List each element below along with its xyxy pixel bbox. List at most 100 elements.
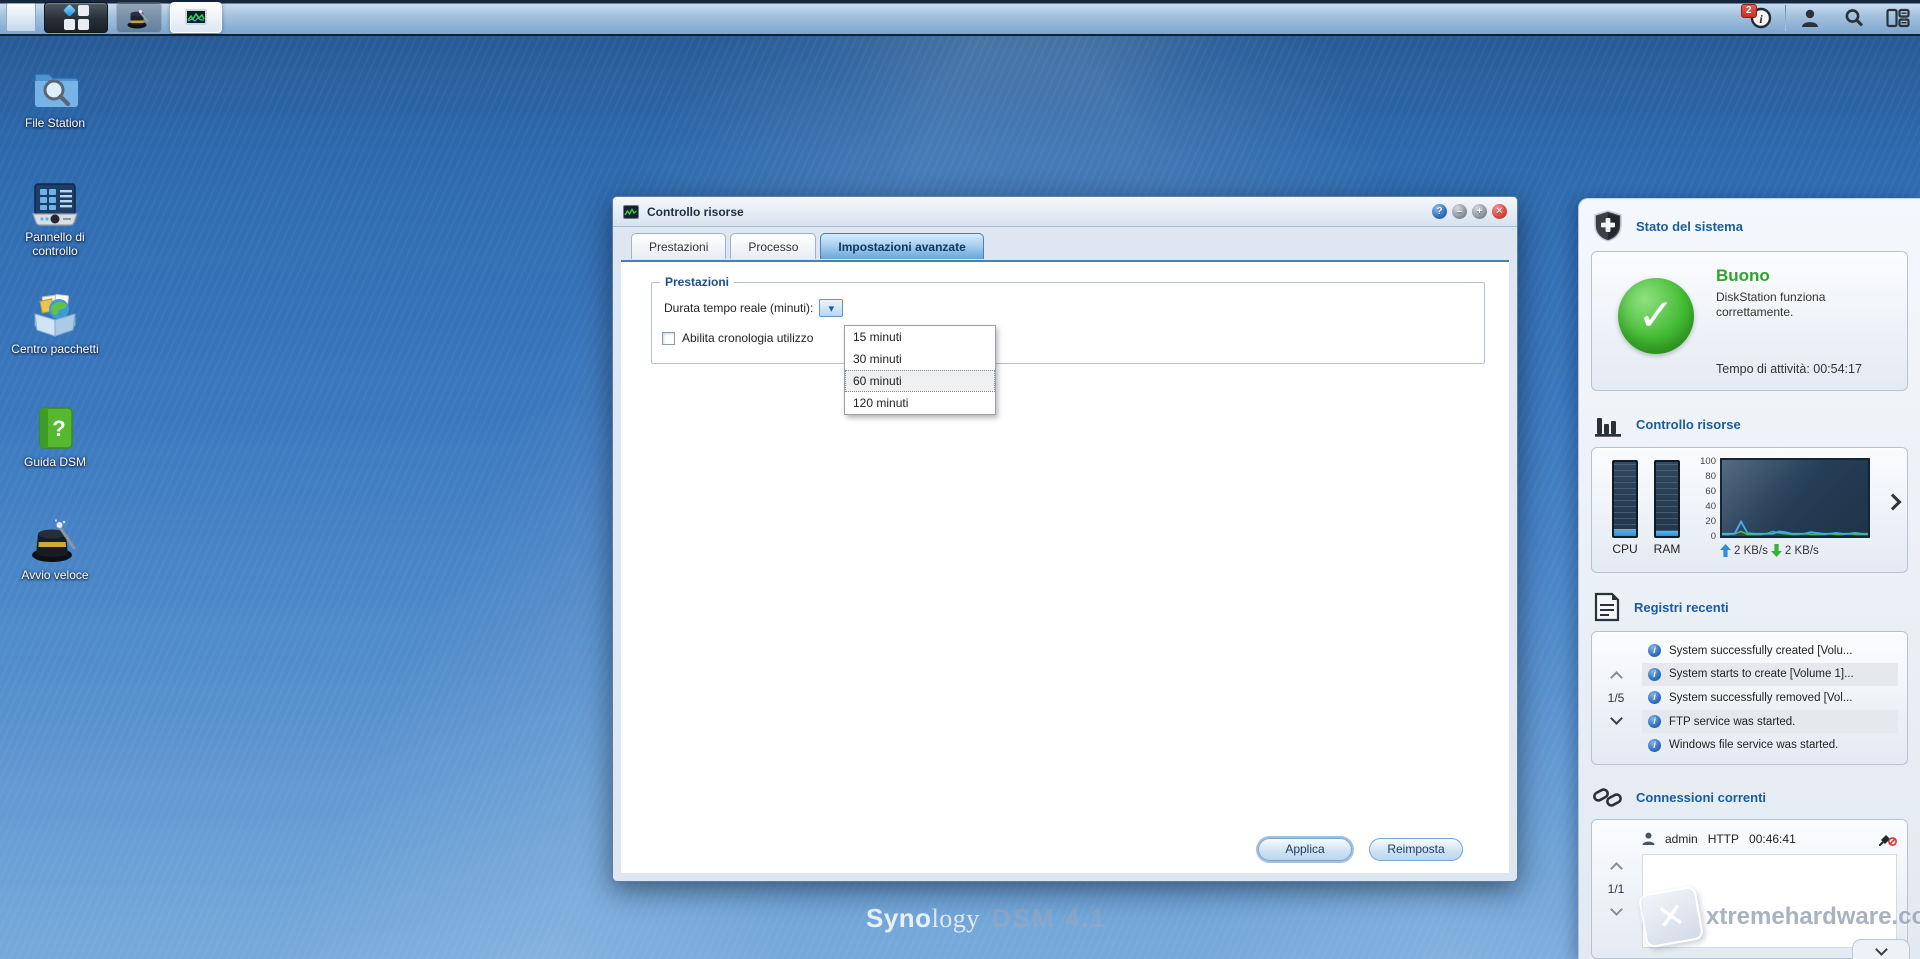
search-button[interactable] bbox=[1832, 3, 1876, 33]
log-item[interactable]: iWindows file service was started. bbox=[1642, 733, 1898, 757]
apply-button[interactable]: Applica bbox=[1258, 838, 1352, 861]
notifications-button[interactable]: i 2 bbox=[1739, 3, 1783, 33]
window-maximize-button[interactable]: + bbox=[1472, 204, 1487, 219]
main-menu-button[interactable] bbox=[44, 2, 108, 33]
tray-divider bbox=[1785, 5, 1786, 31]
log-item[interactable]: iFTP service was started. bbox=[1642, 710, 1898, 734]
pilot-view-button[interactable] bbox=[1876, 3, 1920, 33]
cpu-meter bbox=[1612, 460, 1638, 538]
cpu-label: CPU bbox=[1610, 542, 1640, 556]
desktop-icon-package-center[interactable]: Centro pacchetti bbox=[7, 292, 103, 356]
duration-dropdown-list: 15 minuti 30 minuti 60 minuti 120 minuti bbox=[844, 325, 996, 415]
dropdown-option[interactable]: 15 minuti bbox=[845, 326, 995, 348]
tab-content: Prestazioni Durata tempo reale (minuti):… bbox=[621, 260, 1509, 873]
desktop-icon-label: Pannello di controllo bbox=[7, 230, 103, 258]
info-icon: i bbox=[1648, 739, 1661, 752]
usage-history-checkbox[interactable] bbox=[662, 332, 675, 345]
log-item[interactable]: iSystem starts to create [Volume 1]... bbox=[1642, 663, 1898, 687]
duration-select[interactable] bbox=[819, 299, 843, 317]
network-graph bbox=[1720, 458, 1870, 538]
pager-down-icon[interactable] bbox=[1610, 712, 1623, 725]
connection-row[interactable]: admin HTTP 00:46:41 bbox=[1642, 828, 1897, 850]
section-title: Controllo risorse bbox=[1636, 417, 1741, 432]
log-item[interactable]: iSystem successfully created [Volu... bbox=[1642, 639, 1898, 663]
section-title: Connessioni correnti bbox=[1636, 790, 1766, 805]
window-titlebar[interactable]: Controllo risorse ? – + ✕ bbox=[613, 197, 1517, 227]
svg-text:?: ? bbox=[52, 416, 65, 441]
tab-impostazioni-avanzate[interactable]: Impostazioni avanzate bbox=[820, 233, 983, 259]
shield-icon bbox=[1593, 210, 1623, 242]
dsm-help-icon: ? bbox=[32, 405, 78, 451]
desktop-icon-quick-start[interactable]: Avvio veloce bbox=[7, 514, 103, 582]
desktop-icon-label: Centro pacchetti bbox=[7, 342, 103, 356]
show-desktop-button[interactable] bbox=[6, 3, 36, 32]
chevron-down-icon bbox=[829, 301, 835, 315]
user-icon bbox=[1642, 832, 1655, 846]
open-resource-monitor-chevron[interactable] bbox=[1885, 494, 1902, 511]
widgets-icon bbox=[1886, 8, 1910, 28]
fieldset-legend: Prestazioni bbox=[660, 275, 734, 289]
dsm-logo-watermark: SynologyDSM 4.1 bbox=[866, 903, 1107, 934]
package-center-icon bbox=[29, 292, 81, 338]
kill-connection-icon[interactable] bbox=[1879, 832, 1897, 846]
ram-label: RAM bbox=[1652, 542, 1682, 556]
info-icon: i bbox=[1648, 691, 1661, 704]
pager-up-icon[interactable] bbox=[1610, 862, 1623, 875]
dropdown-option[interactable]: 60 minuti bbox=[845, 370, 995, 392]
system-health-header: Stato del sistema bbox=[1579, 199, 1920, 249]
document-icon bbox=[1593, 592, 1621, 622]
connections-pager: 1/1 bbox=[1592, 820, 1640, 958]
resource-monitor-icon bbox=[623, 205, 639, 219]
tab-prestazioni[interactable]: Prestazioni bbox=[631, 233, 726, 259]
upload-rate: 2 KB/s bbox=[1734, 545, 1768, 557]
window-minimize-button[interactable]: – bbox=[1452, 204, 1467, 219]
chevron-down-icon bbox=[1875, 943, 1888, 956]
download-rate: 2 KB/s bbox=[1785, 545, 1819, 557]
pager-up-icon[interactable] bbox=[1610, 671, 1623, 684]
performance-fieldset: Prestazioni Durata tempo reale (minuti):… bbox=[651, 282, 1485, 364]
info-icon: i bbox=[1648, 644, 1661, 657]
recent-logs-card: 1/5 iSystem successfully created [Volu..… bbox=[1591, 631, 1908, 765]
desktop-icon-dsm-help[interactable]: ? Guida DSM bbox=[7, 405, 103, 469]
connections-header: Connessioni correnti bbox=[1579, 773, 1920, 817]
dropdown-option[interactable]: 120 minuti bbox=[845, 392, 995, 414]
file-station-icon bbox=[30, 64, 80, 112]
resource-monitor-card: CPU RAM 10080 6040 200 2 KB/s bbox=[1591, 447, 1908, 573]
window-help-button[interactable]: ? bbox=[1432, 204, 1447, 219]
pager-down-icon[interactable] bbox=[1610, 903, 1623, 916]
taskbar-quick-start-button[interactable] bbox=[116, 2, 162, 33]
duration-label: Durata tempo reale (minuti): bbox=[664, 301, 813, 315]
sidebar-collapse-button[interactable] bbox=[1852, 939, 1910, 959]
log-item[interactable]: iSystem successfully removed [Vol... bbox=[1642, 686, 1898, 710]
taskbar-resource-monitor-button[interactable] bbox=[170, 2, 222, 33]
desktop-icon-control-panel[interactable]: Pannello di controllo bbox=[7, 182, 103, 258]
notification-badge: 2 bbox=[1741, 4, 1757, 18]
desktop-icon-label: File Station bbox=[7, 116, 103, 130]
reset-button[interactable]: Reimposta bbox=[1369, 838, 1463, 861]
desktop-icon-file-station[interactable]: File Station bbox=[7, 64, 103, 130]
desktop-icon-label: Avvio veloce bbox=[7, 568, 103, 582]
connections-card: 1/1 admin HTTP 00:46:41 bbox=[1591, 819, 1908, 959]
resource-monitor-window: Controllo risorse ? – + ✕ Prestazioni Pr… bbox=[612, 196, 1518, 882]
link-icon bbox=[1593, 784, 1623, 810]
desktop-icon-label: Guida DSM bbox=[7, 455, 103, 469]
bar-chart-icon bbox=[1593, 410, 1623, 438]
logs-pager: 1/5 bbox=[1592, 632, 1640, 764]
pager-value: 1/1 bbox=[1608, 882, 1625, 896]
widget-sidebar: Stato del sistema Buono DiskStation funz… bbox=[1578, 198, 1920, 959]
user-menu-button[interactable] bbox=[1788, 3, 1832, 33]
recent-logs-header: Registri recenti bbox=[1579, 581, 1920, 629]
network-legend: 2 KB/s 2 KB/s bbox=[1720, 544, 1819, 557]
connection-list-area bbox=[1642, 854, 1897, 948]
window-tabs: Prestazioni Processo Impostazioni avanza… bbox=[631, 233, 984, 259]
connection-user: admin bbox=[1665, 832, 1698, 846]
taskbar: i 2 bbox=[0, 0, 1920, 36]
connection-time: 00:46:41 bbox=[1749, 832, 1796, 846]
dropdown-option[interactable]: 30 minuti bbox=[845, 348, 995, 370]
window-close-button[interactable]: ✕ bbox=[1492, 204, 1507, 219]
ram-meter bbox=[1654, 460, 1680, 538]
system-health-card: Buono DiskStation funziona correttamente… bbox=[1591, 251, 1908, 391]
upload-arrow-icon bbox=[1720, 544, 1731, 557]
resource-monitor-icon bbox=[183, 7, 209, 29]
tab-processo[interactable]: Processo bbox=[730, 233, 816, 259]
